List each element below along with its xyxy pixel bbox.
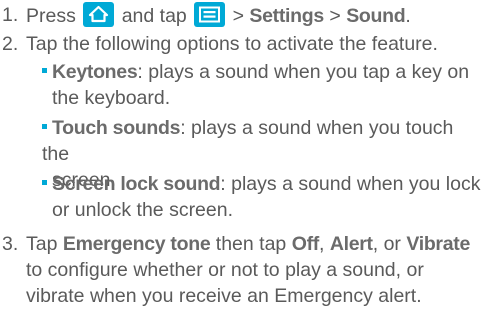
- step-number: 3.: [2, 233, 19, 255]
- option-description-continued: the keyboard.: [52, 87, 171, 109]
- option-description: : plays a sound when you tap a key on: [137, 61, 470, 83]
- vibrate-label: Vibrate: [406, 233, 470, 255]
- separator: >: [227, 5, 250, 27]
- sound-label: Sound: [346, 5, 406, 27]
- or-text: , or: [372, 233, 407, 255]
- home-icon: [83, 2, 115, 27]
- tap-text: Tap: [26, 233, 63, 255]
- step-text: Tap Emergency tone then tap Off, Alert, …: [26, 231, 480, 309]
- menu-glyph: [199, 6, 221, 23]
- press-text: Press: [26, 5, 76, 27]
- step-number: 1.: [2, 4, 19, 26]
- option-term: Touch sounds: [52, 117, 181, 139]
- option-term: Keytones: [52, 61, 138, 83]
- comma: ,: [318, 233, 330, 255]
- step-text: Tap the following options to activate th…: [26, 33, 438, 55]
- step-text-line-2: to configure whether or not to play a so…: [26, 259, 424, 281]
- step-text: Press and tap > Settings > Sound.: [26, 2, 480, 29]
- bullet-icon: [42, 124, 47, 129]
- instructions-page: 1. Press and tap > Settings > Sound. 2. …: [0, 0, 484, 314]
- list-item-screen-lock-sound: Screen lock sound: plays a sound when yo…: [42, 171, 482, 223]
- step-text-line-3: vibrate when you receive an Emergency al…: [26, 285, 422, 307]
- menu-icon: [194, 2, 226, 27]
- period: .: [405, 5, 411, 27]
- bullet-icon: [42, 180, 47, 185]
- off-label: Off: [291, 233, 320, 255]
- option-description: : plays a sound when you lock: [220, 173, 481, 195]
- home-glyph: [89, 5, 109, 23]
- then-tap-text: then tap: [210, 233, 292, 255]
- option-description-continued: or unlock the screen.: [52, 199, 234, 221]
- emergency-tone-label: Emergency tone: [62, 233, 211, 255]
- step-number: 2.: [2, 33, 19, 55]
- separator: >: [323, 5, 347, 27]
- and-tap-text: and tap: [121, 5, 187, 27]
- settings-label: Settings: [249, 5, 324, 27]
- alert-label: Alert: [329, 233, 373, 255]
- bullet-icon: [42, 68, 47, 73]
- list-item-keytones: Keytones: plays a sound when you tap a k…: [42, 59, 482, 111]
- option-term: Screen lock sound: [52, 173, 221, 195]
